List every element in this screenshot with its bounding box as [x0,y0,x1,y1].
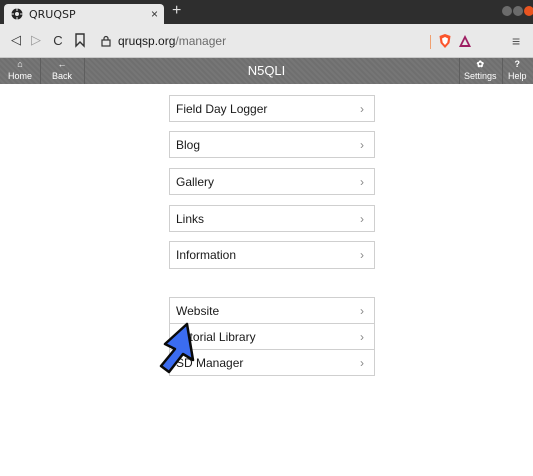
settings-button[interactable]: ✿ Settings [464,59,497,82]
back-label: Back [52,71,73,81]
url-separator [430,35,431,49]
menu-item-information[interactable]: Information › [169,241,375,269]
new-tab-button[interactable]: + [172,2,181,20]
back-nav-icon[interactable]: ◁ [8,32,24,48]
hamburger-menu-icon[interactable]: ≡ [512,33,520,49]
lock-icon [101,35,111,47]
url-host: qruqsp.org [118,34,176,48]
menu-item-label: Links [176,211,205,226]
chevron-right-icon: › [360,355,364,370]
reload-icon[interactable]: C [50,32,66,48]
brave-shield-icon[interactable] [438,33,452,49]
menu-item-label: Blog [176,137,201,152]
mouse-cursor-icon [159,322,195,374]
home-icon: ⌂ [17,59,23,69]
menu-item-blog[interactable]: Blog › [169,131,375,158]
forward-nav-icon[interactable]: ▷ [28,32,44,48]
help-button[interactable]: ? Help [508,59,527,82]
chevron-right-icon: › [360,329,364,344]
menu-item-website[interactable]: Website › [169,297,375,324]
back-arrow-icon: ← [57,59,67,69]
chevron-right-icon: › [360,303,364,318]
menu-item-links[interactable]: Links › [169,205,375,232]
header-divider [84,58,85,84]
window-maximize-button[interactable] [513,6,523,16]
tab-close-icon[interactable]: × [151,7,158,21]
header-divider [40,58,41,84]
header-divider [502,58,503,84]
menu-item-label: Website [176,303,220,318]
gear-icon: ✿ [476,59,485,69]
brave-rewards-icon[interactable] [458,34,472,48]
browser-tab[interactable]: QRUQSP × [4,4,164,24]
window-minimize-button[interactable] [502,6,512,16]
url-path: /manager [175,34,227,48]
tab-title: QRUQSP [29,7,76,21]
address-bar: ◁ ▷ C qruqsp.org/manager ≡ [0,24,533,58]
menu-item-field-day-logger[interactable]: Field Day Logger › [169,95,375,122]
chevron-right-icon: › [360,174,364,189]
home-label: Home [8,71,33,81]
chevron-right-icon: › [360,211,364,226]
app-header: N5QLI ⌂ Home ← Back ✿ Settings ? Help [0,58,533,84]
browser-tab-strip: QRUQSP × + [0,0,533,24]
chevron-right-icon: › [360,248,364,262]
home-button[interactable]: ⌂ Home [8,59,32,82]
menu-item-tutorial-library[interactable]: Tutorial Library › [169,323,375,350]
url-field[interactable]: qruqsp.org/manager [100,30,448,52]
menu-item-sd-manager[interactable]: SD Manager › [169,349,375,376]
menu-item-label: Field Day Logger [176,101,268,116]
bookmark-icon[interactable] [72,32,88,48]
menu-item-gallery[interactable]: Gallery › [169,168,375,195]
qruqsp-favicon-icon [11,8,23,20]
help-label: Help [508,71,527,81]
settings-label: Settings [464,71,497,81]
header-divider [459,58,460,84]
back-button[interactable]: ← Back [52,59,72,82]
page-title: N5QLI [247,63,286,78]
chevron-right-icon: › [360,101,364,116]
menu-item-label: Gallery [176,174,215,189]
window-close-button[interactable] [524,6,533,16]
menu-item-label: Information [176,248,237,262]
question-icon: ? [514,59,521,69]
chevron-right-icon: › [360,137,364,152]
